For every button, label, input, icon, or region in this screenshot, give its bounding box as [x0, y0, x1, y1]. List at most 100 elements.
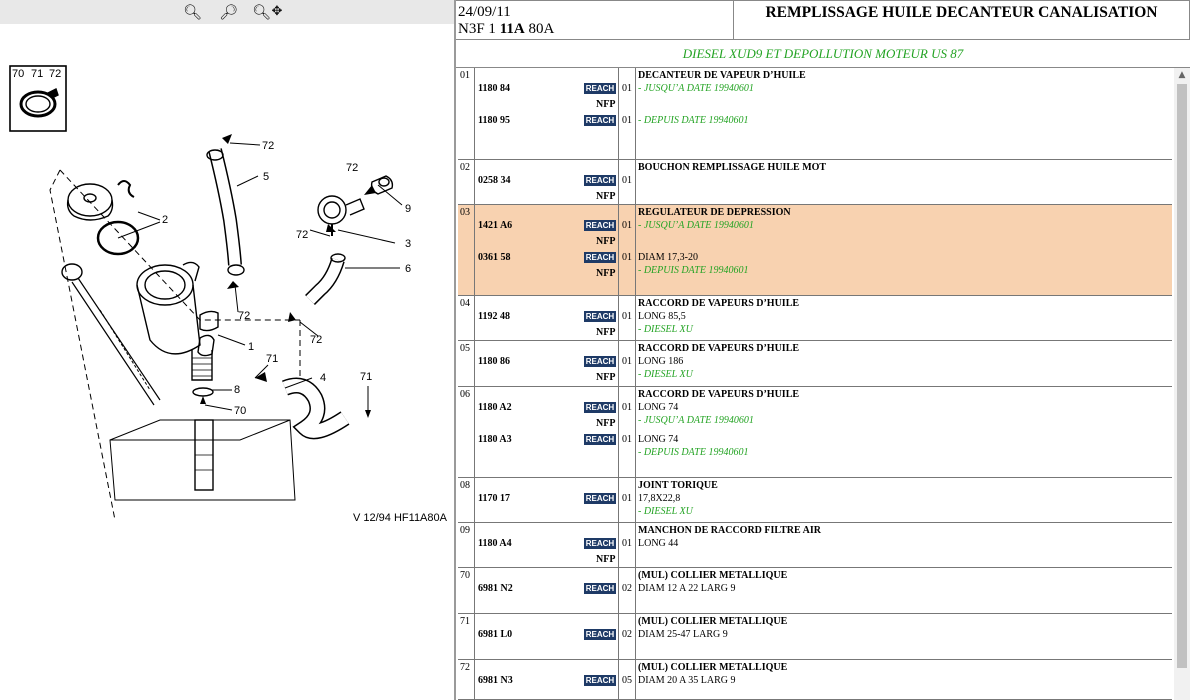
part-reference[interactable]: 0361 58	[478, 252, 511, 263]
table-row[interactable]: 72 6981 N3 REACH 05 (MUL) COLLIER METALLIQUE…	[458, 660, 1172, 700]
column-divider	[635, 296, 636, 340]
part-condition: - DEPUIS DATE 19940601	[638, 265, 749, 276]
part-reference[interactable]: 1170 17	[478, 493, 510, 504]
table-row[interactable]: 05 1180 86 REACH 01 NFP RACCORD DE VAPEURS D’…	[458, 341, 1172, 387]
reach-badge[interactable]: REACH	[584, 493, 616, 504]
part-reference[interactable]: 1180 A2	[478, 402, 512, 413]
part-spec: LONG 74	[638, 434, 679, 445]
part-reference[interactable]: 6981 N2	[478, 583, 513, 594]
part-spec: LONG 44	[638, 538, 679, 549]
part-reference[interactable]: 1180 84	[478, 83, 510, 94]
reach-badge[interactable]: REACH	[584, 629, 616, 640]
nfp-label: NFP	[596, 418, 616, 429]
part-spec: LONG 186	[638, 356, 684, 367]
table-row[interactable]: 02 0258 34 REACH 01 NFP BOUCHON REMPLISSAGE H…	[458, 160, 1172, 205]
reach-badge[interactable]: REACH	[584, 175, 616, 186]
part-title: (MUL) COLLIER METALLIQUE	[638, 662, 788, 673]
column-divider	[635, 568, 636, 613]
table-row[interactable]: 06 1180 A2 REACH 01 NFP RACCORD DE VAPEURS D’…	[458, 387, 1172, 478]
part-title: REGULATEUR DE DEPRESSION	[638, 207, 791, 218]
diagram-label: 6	[405, 263, 411, 275]
column-divider	[635, 523, 636, 567]
part-quantity: 01	[622, 83, 632, 94]
pane-divider[interactable]	[454, 0, 456, 700]
reach-badge[interactable]: REACH	[584, 115, 616, 126]
reach-badge[interactable]: REACH	[584, 83, 616, 94]
part-reference[interactable]: 0258 34	[478, 175, 511, 186]
part-quantity: 02	[622, 583, 632, 594]
column-divider	[474, 68, 475, 159]
reach-badge[interactable]: REACH	[584, 402, 616, 413]
reach-badge[interactable]: REACH	[584, 434, 616, 445]
diagram-label: 72	[238, 310, 250, 322]
table-row[interactable]: 09 1180 A4 REACH 01 NFP MANCHON DE RACCORD FI…	[458, 523, 1172, 568]
zoom-out-icon[interactable]: 🔎︎	[219, 3, 238, 21]
part-condition: - DEPUIS DATE 19940601	[638, 115, 749, 126]
diagram-label: 9	[405, 203, 411, 215]
table-row[interactable]: 04 1192 48 REACH 01 NFP RACCORD DE VAPEURS D’…	[458, 296, 1172, 341]
part-title: MANCHON DE RACCORD FILTRE AIR	[638, 525, 821, 536]
table-row[interactable]: 70 6981 N2 REACH 02 (MUL) COLLIER METALLIQUE…	[458, 568, 1172, 614]
column-divider	[618, 296, 619, 340]
part-quantity: 02	[622, 629, 632, 640]
part-reference[interactable]: 1421 A6	[478, 220, 512, 231]
item-number: 71	[460, 616, 470, 627]
parts-table: 01 1180 84 REACH 01 NFP DECANTEUR DE VAPEUR D…	[458, 68, 1172, 700]
diagram-reference: V 12/94 HF11A80A	[353, 512, 447, 524]
table-row[interactable]: 03 1421 A6 REACH 01 NFP REGULATEUR DE DEPRESS…	[458, 205, 1172, 296]
reach-badge[interactable]: REACH	[584, 220, 616, 231]
reach-badge[interactable]: REACH	[584, 583, 616, 594]
scroll-thumb[interactable]	[1177, 84, 1187, 668]
zoom-in-icon[interactable]: 🔍︎	[183, 3, 202, 21]
part-reference[interactable]: 1192 48	[478, 311, 510, 322]
part-reference[interactable]: 1180 86	[478, 356, 510, 367]
code-prefix: N3F 1	[458, 21, 500, 37]
reach-badge[interactable]: REACH	[584, 252, 616, 263]
part-reference[interactable]: 6981 N3	[478, 675, 513, 686]
reach-badge[interactable]: REACH	[584, 538, 616, 549]
part-title: RACCORD DE VAPEURS D’HUILE	[638, 343, 800, 354]
column-divider	[618, 68, 619, 159]
diagram-label: 3	[405, 238, 411, 250]
part-quantity: 01	[622, 311, 632, 322]
column-divider	[635, 160, 636, 204]
table-row[interactable]: 71 6981 L0 REACH 02 (MUL) COLLIER METALLIQUE…	[458, 614, 1172, 660]
part-title: RACCORD DE VAPEURS D’HUILE	[638, 298, 800, 309]
column-divider	[618, 341, 619, 386]
part-title: RACCORD DE VAPEURS D’HUILE	[638, 389, 800, 400]
column-divider	[635, 341, 636, 386]
column-divider	[618, 478, 619, 522]
part-condition: - DEPUIS DATE 19940601	[638, 447, 749, 458]
nfp-label: NFP	[596, 554, 616, 565]
part-quantity: 01	[622, 220, 632, 231]
move-icon[interactable]: ✥	[268, 3, 286, 21]
reach-badge[interactable]: REACH	[584, 311, 616, 322]
item-number: 08	[460, 480, 470, 491]
nfp-label: NFP	[596, 236, 616, 247]
column-divider	[635, 387, 636, 477]
code-suffix: 80A	[524, 21, 555, 37]
part-reference[interactable]: 6981 L0	[478, 629, 512, 640]
part-quantity: 01	[622, 402, 632, 413]
table-row[interactable]: 01 1180 84 REACH 01 NFP DECANTEUR DE VAPEUR D…	[458, 68, 1172, 160]
part-reference[interactable]: 1180 A4	[478, 538, 512, 549]
reach-badge[interactable]: REACH	[584, 356, 616, 367]
header-date: 24/09/11	[458, 4, 511, 20]
part-spec: LONG 74	[638, 402, 679, 413]
part-reference[interactable]: 1180 A3	[478, 434, 512, 445]
column-divider	[474, 614, 475, 659]
diagram-label: 8	[234, 384, 240, 396]
diagram-label: 72	[296, 229, 308, 241]
table-row[interactable]: 08 1170 17 REACH 01 JOINT TORIQUE 17,8X22,8 - …	[458, 478, 1172, 523]
scrollbar[interactable]: ▲	[1174, 68, 1190, 700]
diagram-label: 2	[162, 214, 168, 226]
diagram-label: 71	[266, 353, 278, 365]
reach-badge[interactable]: REACH	[584, 675, 616, 686]
diagram-label: 71	[31, 68, 43, 80]
part-condition: - JUSQU’A DATE 19940601	[638, 83, 754, 94]
nfp-label: NFP	[596, 191, 616, 202]
diagram-label: 4	[320, 372, 326, 384]
part-title: BOUCHON REMPLISSAGE HUILE MOT	[638, 162, 827, 173]
part-reference[interactable]: 1180 95	[478, 115, 510, 126]
scroll-up-arrow-icon[interactable]: ▲	[1174, 68, 1190, 82]
